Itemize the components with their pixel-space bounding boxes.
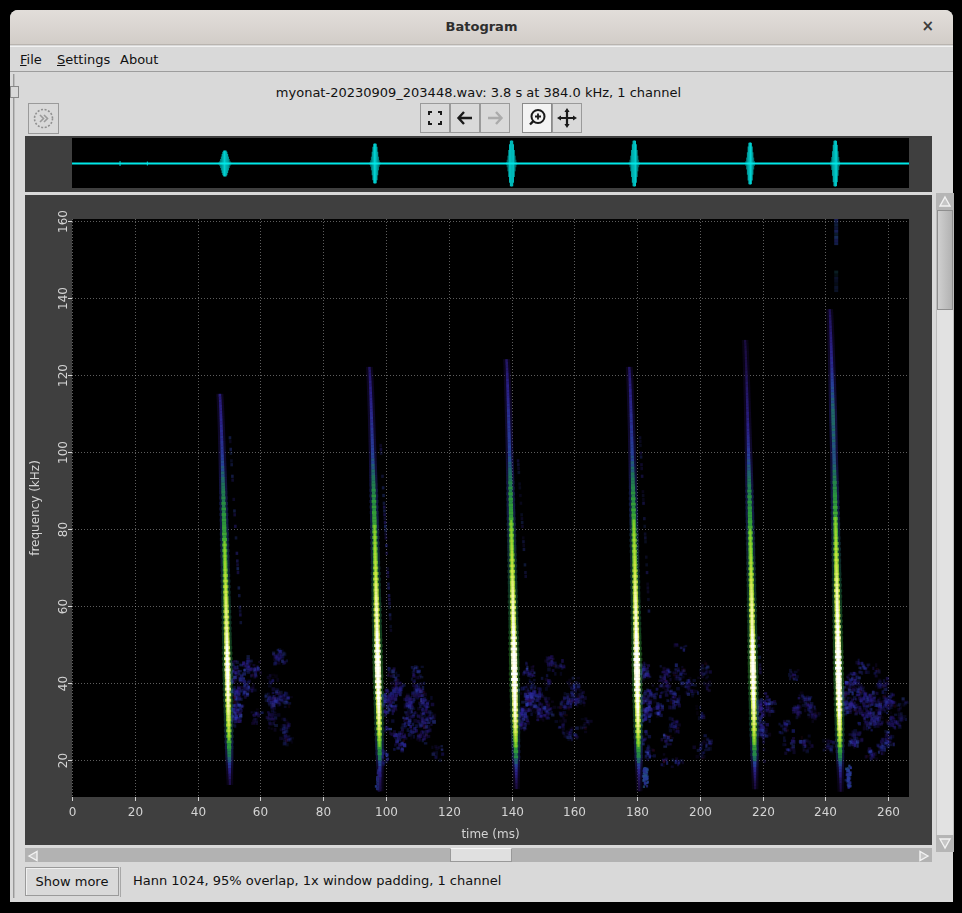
waveform-panel[interactable] bbox=[25, 136, 932, 192]
pane-sash[interactable] bbox=[13, 74, 15, 898]
waveform-canvas[interactable] bbox=[25, 136, 932, 192]
app-window: Batogram × File Settings About myonat-20… bbox=[10, 10, 953, 902]
window-title: Batogram bbox=[10, 19, 953, 34]
scroll-right-arrow[interactable] bbox=[915, 848, 932, 862]
close-icon[interactable]: × bbox=[921, 17, 934, 35]
horizontal-scrollbar[interactable] bbox=[25, 848, 932, 862]
scroll-left-arrow[interactable] bbox=[25, 848, 42, 862]
file-info-title: myonat-20230909_203448.wav: 3.8 s at 384… bbox=[25, 85, 932, 100]
menu-settings[interactable]: Settings bbox=[57, 52, 110, 67]
circled-chevrons-icon bbox=[29, 104, 58, 133]
pane-sash-grip[interactable] bbox=[10, 86, 19, 98]
status-separator bbox=[120, 867, 121, 897]
pan-mode-button[interactable] bbox=[552, 103, 582, 133]
reset-view-button[interactable] bbox=[420, 103, 450, 133]
vertical-scrollbar[interactable] bbox=[936, 193, 954, 852]
arrow-left-icon bbox=[451, 104, 479, 132]
expand-side-panel-button[interactable] bbox=[28, 103, 59, 134]
move-arrows-icon bbox=[553, 104, 581, 132]
fullscreen-brackets-icon bbox=[421, 104, 449, 132]
arrow-right-icon bbox=[481, 104, 509, 132]
show-more-button[interactable]: Show more bbox=[25, 867, 119, 896]
scroll-up-arrow[interactable] bbox=[936, 193, 954, 210]
menu-file[interactable]: File bbox=[20, 52, 42, 67]
scroll-down-arrow[interactable] bbox=[936, 835, 954, 852]
titlebar[interactable]: Batogram × bbox=[10, 10, 953, 45]
history-forward-button[interactable] bbox=[480, 103, 510, 133]
zoom-mode-button[interactable] bbox=[522, 103, 552, 133]
menubar: File Settings About bbox=[10, 46, 953, 72]
spectrogram-panel[interactable] bbox=[25, 195, 932, 845]
vertical-scrollbar-trough[interactable] bbox=[937, 310, 953, 835]
spectrogram-canvas[interactable] bbox=[25, 195, 932, 845]
vertical-scrollbar-thumb[interactable] bbox=[937, 210, 953, 310]
history-back-button[interactable] bbox=[450, 103, 480, 133]
horizontal-scrollbar-thumb[interactable] bbox=[450, 848, 512, 862]
magnifier-plus-icon bbox=[523, 104, 551, 132]
menu-about[interactable]: About bbox=[120, 52, 158, 67]
settings-summary: Hann 1024, 95% overlap, 1x window paddin… bbox=[133, 873, 501, 888]
